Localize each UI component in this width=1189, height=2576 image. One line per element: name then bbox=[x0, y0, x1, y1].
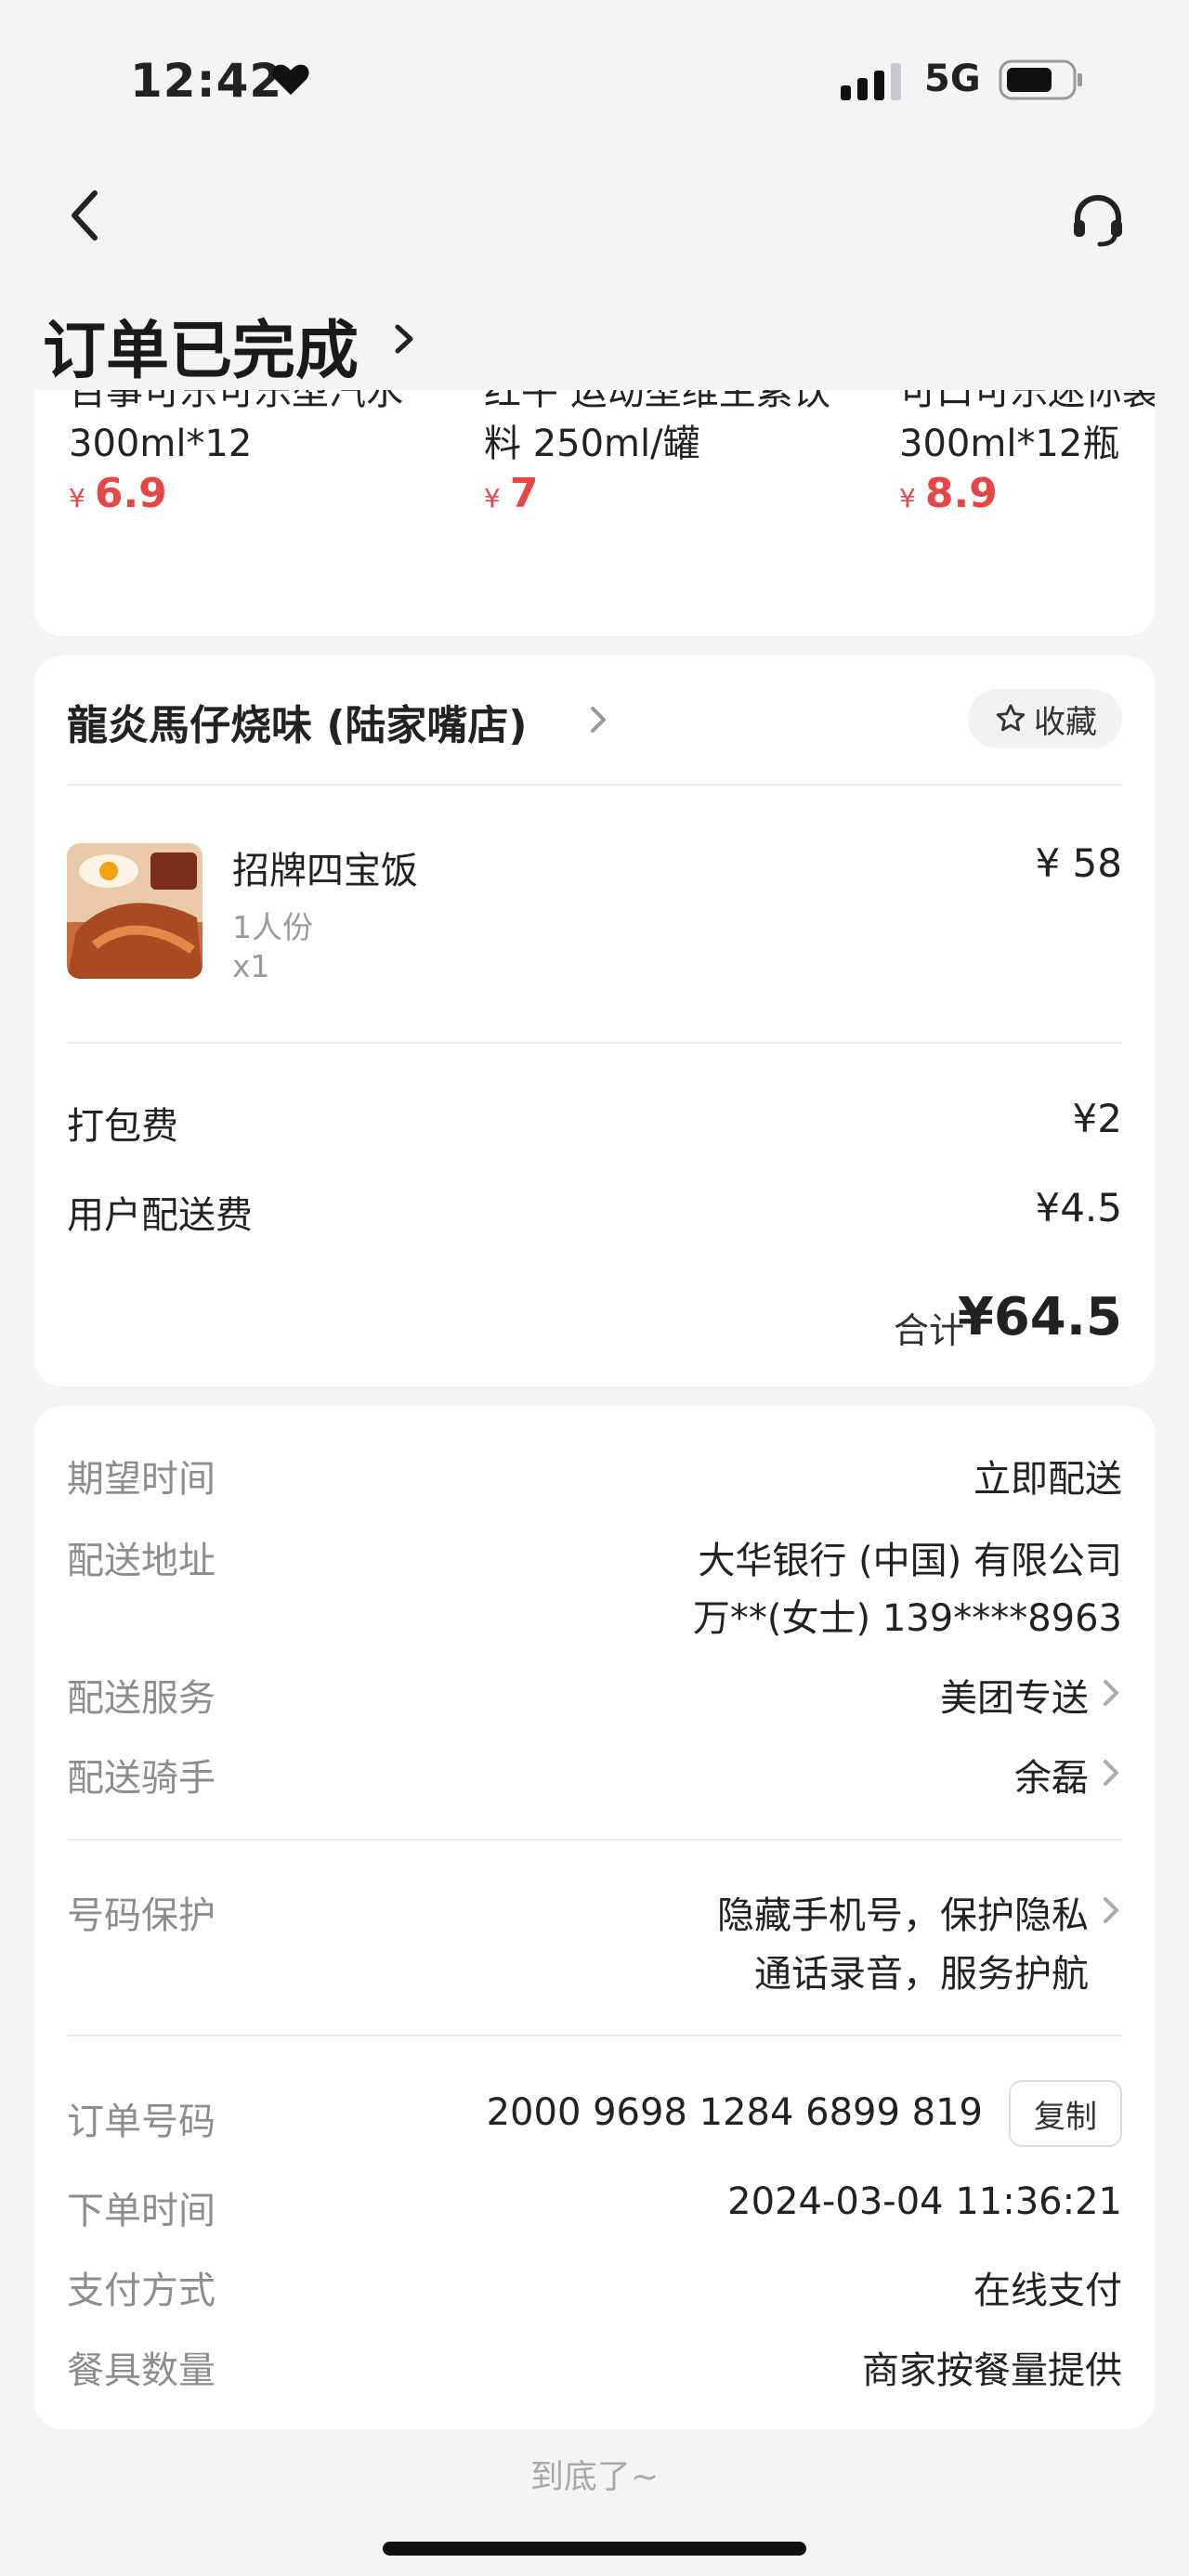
rider-label: 配送骑手 bbox=[67, 1757, 216, 1800]
heart-icon bbox=[272, 64, 309, 96]
home-indicator[interactable] bbox=[383, 2542, 806, 2556]
rider-name[interactable]: 余磊 bbox=[1014, 1748, 1089, 1802]
utensils-label: 餐具数量 bbox=[67, 2349, 216, 2392]
battery-icon bbox=[999, 59, 1082, 100]
delivery-service-label: 配送服务 bbox=[67, 1677, 216, 1720]
order-number-label: 订单号码 bbox=[67, 2101, 216, 2143]
favorite-label: 收藏 bbox=[1034, 703, 1097, 741]
food-image bbox=[67, 843, 203, 979]
payment-method-label: 支付方式 bbox=[67, 2270, 216, 2312]
expected-time-value: 立即配送 bbox=[973, 1458, 1122, 1501]
chevron-right-icon[interactable] bbox=[1100, 1674, 1122, 1711]
currency-symbol: ¥ bbox=[69, 483, 85, 514]
chevron-right-icon[interactable] bbox=[390, 316, 418, 362]
packing-fee-value: ¥2 bbox=[1072, 1096, 1122, 1141]
recommendation-name-line2: 300ml*12 bbox=[69, 423, 253, 465]
total-value: ¥64.5 bbox=[957, 1287, 1122, 1347]
address-label: 配送地址 bbox=[67, 1540, 216, 1582]
chevron-right-icon[interactable] bbox=[1100, 1754, 1122, 1791]
delivery-fee-label: 用户配送费 bbox=[67, 1194, 253, 1237]
divider bbox=[67, 784, 1122, 786]
packing-fee-label: 打包费 bbox=[67, 1105, 178, 1148]
recommendation-item[interactable]: 百事可乐可乐型汽水 300ml*12 ¥6.9 bbox=[69, 390, 450, 517]
recommendation-item[interactable]: 可口可乐迷你装 300ml*12瓶 ¥8.9 bbox=[899, 390, 1155, 517]
back-icon[interactable] bbox=[65, 186, 106, 245]
signal-icon bbox=[841, 63, 901, 100]
headset-icon[interactable] bbox=[1068, 190, 1128, 250]
store-name[interactable]: 龍炎馬仔烧味 (陆家嘴店) bbox=[67, 692, 528, 751]
end-of-list-tip: 到底了~ bbox=[529, 2458, 660, 2496]
expected-time-label: 期望时间 bbox=[67, 1458, 216, 1501]
address-line1: 大华银行 (中国) 有限公司 bbox=[698, 1540, 1122, 1582]
recommendation-name: 可口可乐迷你装 bbox=[899, 390, 1155, 413]
utensils-value: 商家按餐量提供 bbox=[862, 2349, 1122, 2392]
recommendation-name-line2: 300ml*12瓶 bbox=[899, 423, 1120, 465]
recommendation-name: 百事可乐可乐型汽水 bbox=[69, 390, 403, 413]
recommendation-price: 7 bbox=[509, 470, 539, 517]
delivery-service-value[interactable]: 美团专送 bbox=[940, 1668, 1089, 1722]
chevron-right-icon[interactable] bbox=[587, 701, 609, 738]
status-time: 12:42 bbox=[130, 54, 283, 108]
divider bbox=[67, 1839, 1122, 1841]
dish-quantity: x1 bbox=[232, 948, 270, 984]
dish-name: 招牌四宝饭 bbox=[232, 850, 418, 892]
currency-symbol: ¥ bbox=[899, 483, 916, 514]
recommendation-item[interactable]: 红牛 运动型维生素饮 料 250ml/罐 ¥7 bbox=[484, 390, 865, 517]
favorite-button[interactable]: 收藏 bbox=[968, 689, 1122, 748]
total-label: 合计 bbox=[893, 1310, 964, 1351]
network-label: 5G bbox=[924, 58, 981, 100]
address-contact: 万**(女士) 139****8963 bbox=[692, 1597, 1122, 1640]
number-protection-label: 号码保护 bbox=[67, 1894, 216, 1937]
star-icon bbox=[996, 704, 1026, 732]
divider bbox=[67, 2035, 1122, 2036]
number-protection-line2: 通话录音，服务护航 bbox=[754, 1953, 1089, 1996]
chevron-right-icon[interactable] bbox=[1100, 1892, 1122, 1929]
dish-thumbnail[interactable] bbox=[67, 843, 203, 979]
number-protection-line1[interactable]: 隐藏手机号，保护隐私 bbox=[717, 1885, 1089, 1939]
order-status-title[interactable]: 订单已完成 bbox=[43, 299, 359, 391]
dish-price: ¥ 58 bbox=[1035, 840, 1122, 886]
order-time-label: 下单时间 bbox=[67, 2190, 216, 2232]
recommendation-name-line2: 料 250ml/罐 bbox=[484, 423, 700, 465]
dish-spec: 1人份 bbox=[232, 909, 313, 945]
store-order-card bbox=[34, 656, 1155, 1386]
order-number-value: 2000 9698 1284 6899 819 bbox=[486, 2091, 983, 2134]
recommendation-price: 6.9 bbox=[94, 470, 167, 517]
divider bbox=[67, 1042, 1122, 1044]
currency-symbol: ¥ bbox=[484, 483, 501, 514]
copy-button[interactable]: 复制 bbox=[1009, 2080, 1122, 2147]
recommendation-price: 8.9 bbox=[924, 470, 998, 517]
recommendation-name: 红牛 运动型维生素饮 bbox=[484, 390, 830, 413]
delivery-fee-value: ¥4.5 bbox=[1035, 1185, 1122, 1230]
recommendation-card: 百事可乐可乐型汽水 300ml*12 ¥6.9 红牛 运动型维生素饮 料 250… bbox=[34, 390, 1155, 636]
payment-method-value: 在线支付 bbox=[973, 2270, 1122, 2312]
order-time-value: 2024-03-04 11:36:21 bbox=[727, 2180, 1122, 2223]
